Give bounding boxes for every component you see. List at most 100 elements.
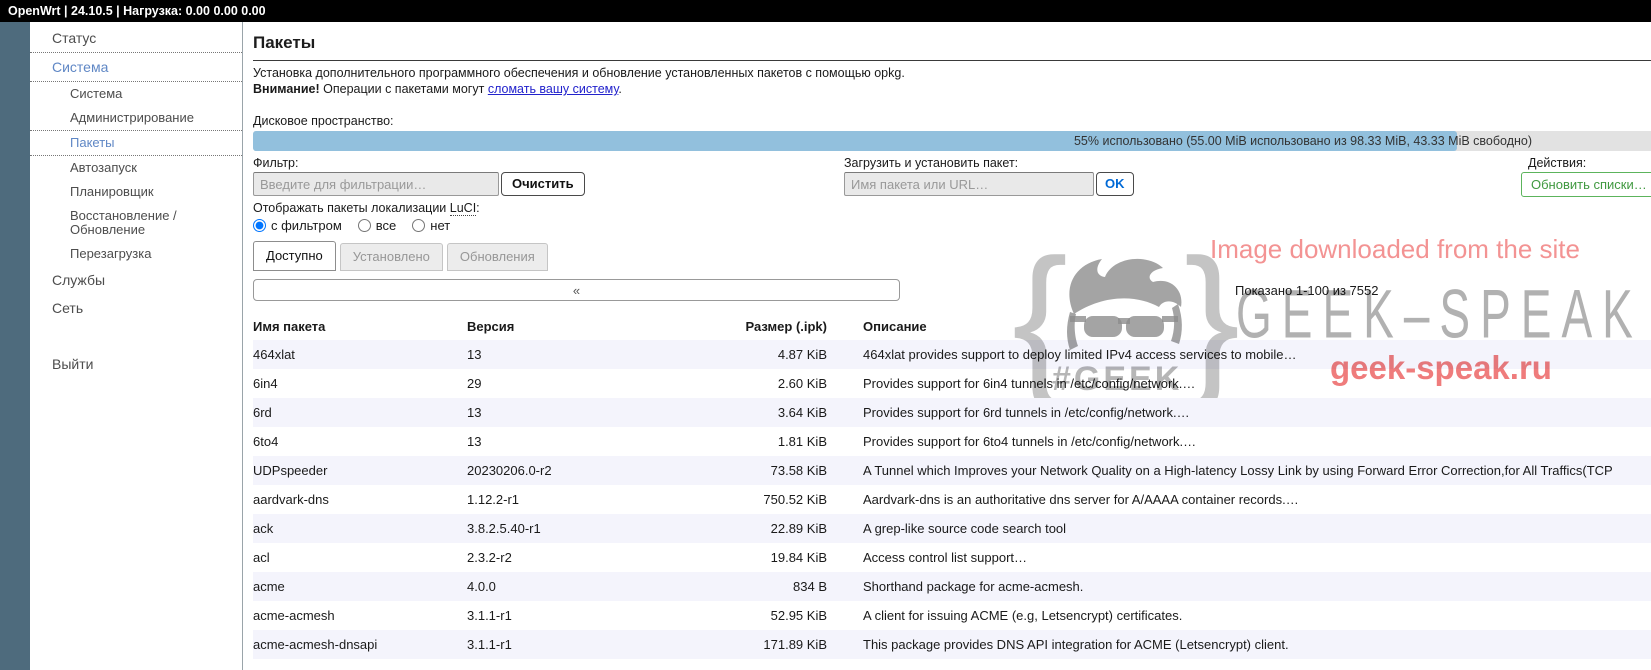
sidebar-item-startup[interactable]: Автозапуск xyxy=(30,156,242,180)
col-header-name: Имя пакета xyxy=(253,318,326,334)
cell-desc: This package provides DNS API integratio… xyxy=(863,637,1289,652)
locale-radio-1[interactable]: все xyxy=(357,218,396,233)
radio-icon[interactable] xyxy=(253,219,266,232)
cell-size: 73.58 KiB xyxy=(770,463,827,478)
package-table: Имя пакета Версия Размер (.ipk) Описание… xyxy=(253,312,1651,659)
locale-radio-2[interactable]: нет xyxy=(412,218,450,233)
table-row[interactable]: ack 3.8.2.5.40-r1 22.89 KiB A grep-like sou… xyxy=(253,514,1651,543)
sidebar-item-system[interactable]: Система xyxy=(30,52,242,82)
break-system-link[interactable]: сломать вашу систему xyxy=(488,82,619,96)
cell-name: UDPspeeder xyxy=(253,463,328,478)
table-row[interactable]: acme 4.0.0 834 B Shorthand package for acme… xyxy=(253,572,1651,601)
sidebar-item-administration[interactable]: Администрирование xyxy=(30,106,242,130)
table-row[interactable]: 6in4 29 2.60 KiB Provides support for 6in4 … xyxy=(253,369,1651,398)
locale-radio-0[interactable]: с фильтром xyxy=(253,218,342,233)
tab-bar: Доступно Установлено Обновления xyxy=(253,241,1651,271)
sidebar: Статус Система Система Администрирование Пак… xyxy=(30,22,243,670)
sidebar-item-network[interactable]: Сеть xyxy=(30,294,242,322)
cell-ver: 13 xyxy=(467,434,482,449)
table-row[interactable]: UDPspeeder 20230206.0-r2 73.58 KiB A Tunnel… xyxy=(253,456,1651,485)
radio-icon[interactable] xyxy=(412,219,426,232)
cell-desc: A grep-like source code search tool xyxy=(863,521,1067,536)
radio-label: с фильтром xyxy=(271,218,342,233)
package-table-wrap: Имя пакета Версия Размер (.ipk) Описание… xyxy=(253,312,1651,659)
locale-radio-group: с фильтром все нет xyxy=(253,218,1651,233)
cell-ver: 1.12.2-r1 xyxy=(467,492,520,507)
table-row[interactable]: 464xlat 13 4.87 KiB 464xlat provides suppor… xyxy=(253,340,1651,369)
cell-desc: 464xlat provides support to deploy limit… xyxy=(863,347,1297,362)
cell-desc: Shorthand package for acme-acmesh. xyxy=(863,579,1084,594)
tab-installed[interactable]: Установлено xyxy=(339,243,443,271)
sidebar-item-backup-restore[interactable]: Восстановление / Обновление xyxy=(30,204,242,242)
warning-bold: Внимание! xyxy=(253,82,320,96)
cell-ver: 13 xyxy=(467,405,482,420)
package-url-input[interactable] xyxy=(844,172,1094,196)
cell-desc: A client for issuing ACME (e.g, Letsencr… xyxy=(863,608,1183,623)
cell-size: 1.81 KiB xyxy=(777,434,827,449)
disk-space-label: Дисковое пространство: xyxy=(253,114,394,128)
sidebar-item-system-sub[interactable]: Система xyxy=(30,82,242,106)
cell-ver: 13 xyxy=(467,347,482,362)
cell-desc: Provides support for 6to4 tunnels in /et… xyxy=(863,434,1197,449)
tab-updates[interactable]: Обновления xyxy=(446,243,548,271)
luci-abbr: LuCI xyxy=(449,201,477,216)
table-row[interactable]: aardvark-dns 1.12.2-r1 750.52 KiB Aardvark-… xyxy=(253,485,1651,514)
cell-name: 6in4 xyxy=(253,376,278,391)
sidebar-item-packages[interactable]: Пакеты xyxy=(30,130,242,156)
cell-ver: 3.1.1-r1 xyxy=(467,608,512,623)
update-lists-button[interactable]: Обновить списки… xyxy=(1521,172,1651,197)
sidebar-item-services[interactable]: Службы xyxy=(30,266,242,294)
ok-button[interactable]: OK xyxy=(1096,172,1134,196)
sidebar-item-scheduler[interactable]: Планировщик xyxy=(30,180,242,204)
table-row[interactable]: 6to4 13 1.81 KiB Provides support for 6to4 … xyxy=(253,427,1651,456)
cell-size: 4.87 KiB xyxy=(777,347,827,362)
cell-name: 464xlat xyxy=(253,347,295,362)
table-row[interactable]: acme-acmesh 3.1.1-r1 52.95 KiB A client for… xyxy=(253,601,1651,630)
cell-ver: 4.0.0 xyxy=(467,579,496,594)
cell-size: 19.84 KiB xyxy=(770,550,827,565)
table-row[interactable]: acme-acmesh-dnsapi 3.1.1-r1 171.89 KiB This… xyxy=(253,630,1651,659)
tab-available[interactable]: Доступно xyxy=(253,241,336,271)
sidebar-item-reboot[interactable]: Перезагрузка xyxy=(30,242,242,266)
locale-packages-label: Отображать пакеты локализации LuCI: xyxy=(253,201,480,216)
cell-size: 834 B xyxy=(793,579,827,594)
cell-name: ack xyxy=(253,521,274,536)
prev-page-button[interactable]: « xyxy=(253,279,900,301)
cell-size: 22.89 KiB xyxy=(770,521,827,536)
cell-size: 2.60 KiB xyxy=(777,376,827,391)
upload-section: Загрузить и установить пакет: OK xyxy=(844,155,1134,196)
pagination: « Показано 1-100 из 7552 xyxy=(253,279,1651,301)
filter-input[interactable] xyxy=(253,172,499,196)
cell-name: acme-acmesh-dnsapi xyxy=(253,637,378,652)
intro-line: Установка дополнительного программного о… xyxy=(253,66,905,80)
cell-desc: Provides support for 6in4 tunnels in /et… xyxy=(863,376,1196,391)
sidebar-item-status[interactable]: Статус xyxy=(30,24,242,52)
table-row[interactable]: acl 2.3.2-r2 19.84 KiB Access control list … xyxy=(253,543,1651,572)
cell-desc: Access control list support… xyxy=(863,550,1028,565)
sidebar-item-logout[interactable]: Выйти xyxy=(30,350,242,378)
cell-ver: 2.3.2-r2 xyxy=(467,550,512,565)
cell-ver: 3.1.1-r1 xyxy=(467,637,512,652)
actions-label: Действия: xyxy=(1528,156,1587,170)
upload-label: Загрузить и установить пакет: xyxy=(844,156,1019,170)
cell-name: acme xyxy=(253,579,285,594)
radio-label: нет xyxy=(430,218,451,233)
cell-ver: 20230206.0-r2 xyxy=(467,463,552,478)
page-title: Пакеты xyxy=(253,33,1651,61)
edge-strip xyxy=(0,22,30,670)
cell-desc: Aardvark-dns is an authoritative dns ser… xyxy=(863,492,1299,507)
radio-icon[interactable] xyxy=(357,219,371,232)
cell-name: acl xyxy=(253,550,270,565)
clear-filter-button[interactable]: Очистить xyxy=(501,172,585,196)
warning-line: Внимание! Операции с пакетами могут слом… xyxy=(253,82,622,96)
cell-ver: 29 xyxy=(467,376,482,391)
table-row[interactable]: 6rd 13 3.64 KiB Provides support for 6rd tu… xyxy=(253,398,1651,427)
col-header-description: Описание xyxy=(863,318,927,334)
disk-usage-text: 55% использовано (55.00 MiB использовано… xyxy=(1073,134,1533,148)
topbar: OpenWrt | 24.10.5 | Нагрузка: 0.00 0.00 … xyxy=(0,0,1651,22)
pagination-info: Показано 1-100 из 7552 xyxy=(1235,283,1379,298)
col-header-size: Размер (.ipk) xyxy=(745,318,827,334)
controls-row: Фильтр: Очистить Отображать пакеты локал… xyxy=(253,155,1651,233)
cell-name: 6rd xyxy=(253,405,272,420)
main-content: Пакеты Установка дополнительного програм… xyxy=(243,22,1651,670)
